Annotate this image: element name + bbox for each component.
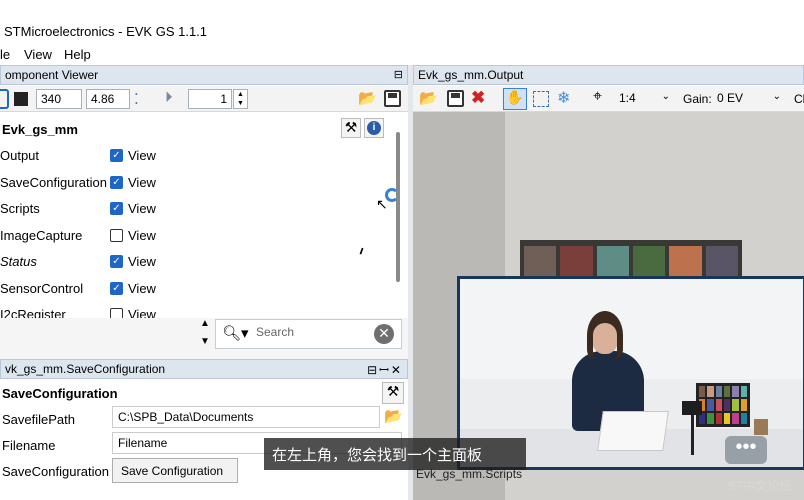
save-config-row-label: SaveConfiguration xyxy=(2,464,109,479)
search-icon[interactable]: 🔍︎▾ xyxy=(222,324,249,342)
delete-icon[interactable]: ✖ xyxy=(471,88,485,108)
sort-up-icon[interactable]: ▲ xyxy=(200,318,210,329)
info-icon[interactable]: i xyxy=(364,118,384,138)
view-checkbox[interactable]: ✓ xyxy=(110,175,123,189)
desk-box xyxy=(754,419,768,435)
toolbar-overflow-label: Cl xyxy=(794,92,804,106)
tree-row-label: ImageCapture xyxy=(0,227,83,243)
open-folder-icon[interactable]: 📂 xyxy=(358,89,377,107)
menu-help[interactable]: Help xyxy=(64,47,91,62)
sort-down-icon[interactable]: ▼ xyxy=(200,336,210,347)
step-forward-icon[interactable]: ⏵ xyxy=(165,89,173,106)
chevron-down-icon: ⌄ xyxy=(772,91,781,102)
tree-row-label: SensorControl xyxy=(0,280,84,296)
mouse-pointer-icon: ↖ xyxy=(376,196,388,212)
save-config-title: vk_gs_mm.SaveConfiguration xyxy=(5,362,166,376)
savefile-path-label: SavefilePath xyxy=(2,412,75,427)
view-checkbox[interactable]: ✓ xyxy=(110,281,123,295)
snowflake-icon[interactable]: ❄ xyxy=(557,88,570,108)
panel-controls-icon[interactable]: ⊟ꟷ✕ xyxy=(367,361,403,378)
open-folder-icon[interactable]: 📂 xyxy=(419,89,438,107)
tree-row-label: I2cRegister xyxy=(0,307,66,318)
frame-spinner[interactable]: ▲ ▼ xyxy=(233,89,248,109)
search-box[interactable]: 🔍︎▾ Search ✕ xyxy=(215,319,402,349)
view-checkbox[interactable] xyxy=(110,228,123,242)
tree-scrollbar[interactable] xyxy=(396,132,400,282)
video-subtitle: 在左上角，您会找到一个主面板 xyxy=(264,438,526,470)
watermark: ST中文论坛 xyxy=(728,479,792,493)
view-checkbox-label[interactable]: View xyxy=(128,307,156,318)
view-checkbox-label[interactable]: View xyxy=(128,254,156,269)
browse-folder-icon[interactable]: 📂 xyxy=(384,407,403,425)
save-configuration-button[interactable]: Save Configuration xyxy=(112,458,238,483)
clear-search-icon[interactable]: ✕ xyxy=(374,324,394,344)
value-field-1[interactable]: 340 xyxy=(36,89,82,109)
stop-icon[interactable] xyxy=(14,92,28,106)
pan-hand-icon[interactable]: ✋ xyxy=(503,88,527,110)
laptop xyxy=(597,411,669,451)
tools-icon[interactable]: ⚒ xyxy=(382,382,404,404)
window-title: STMicroelectronics - EVK GS 1.1.1 xyxy=(4,24,208,39)
savefile-path-field[interactable]: C:\SPB_Data\Documents xyxy=(112,406,380,428)
presenter-hair xyxy=(587,311,623,359)
tree-row-label: Output xyxy=(0,148,40,163)
view-checkbox-label[interactable]: View xyxy=(128,281,156,296)
chat-bubble-icon: ••• xyxy=(725,436,767,464)
filename-label: Filename xyxy=(2,438,56,453)
frame-field[interactable]: 1 xyxy=(188,89,232,109)
drag-mark: ╹ xyxy=(354,248,366,262)
output-title: Evk_gs_mm.Output xyxy=(418,68,524,82)
gain-label: Gain: xyxy=(683,92,712,106)
play-button[interactable] xyxy=(0,89,9,109)
maximize-icon[interactable]: ⊟ xyxy=(394,68,403,81)
value-field-2[interactable]: 4.86 xyxy=(86,89,130,109)
menu-bar: le View Help xyxy=(0,44,804,64)
tools-icon[interactable]: ⚒ xyxy=(341,118,361,138)
search-placeholder[interactable]: Search xyxy=(256,325,294,339)
view-checkbox-label[interactable]: View xyxy=(128,148,156,163)
view-checkbox[interactable]: ✓ xyxy=(110,149,123,162)
output-header: Evk_gs_mm.Output xyxy=(413,65,804,85)
tree-root-label: Evk_gs_mm xyxy=(2,122,78,137)
gain-value: 0 EV xyxy=(717,91,744,105)
menu-view[interactable]: View xyxy=(24,47,52,62)
view-checkbox-label[interactable]: View xyxy=(128,175,156,190)
component-viewer-title: omponent Viewer xyxy=(5,68,99,82)
title-bar: STMicroelectronics - EVK GS 1.1.1 xyxy=(0,0,804,44)
tree-row-label: Scripts xyxy=(0,201,40,216)
tripod xyxy=(691,415,694,455)
save-config-root: SaveConfiguration xyxy=(2,386,118,401)
save-icon[interactable] xyxy=(384,90,401,107)
output-toolbar: 📂 ✖ ✋ ❄ ⌖ 1:4 ⌄ Gain: 0 EV ⌄ Cl xyxy=(413,86,804,112)
color-checker-card xyxy=(696,383,750,427)
search-bar-area: ▲ ▼ 🔍︎▾ Search ✕ xyxy=(0,318,408,360)
save-icon[interactable] xyxy=(447,90,464,107)
select-region-icon[interactable] xyxy=(533,91,549,107)
loading-icon: ⁚ xyxy=(134,91,139,108)
view-checkbox[interactable] xyxy=(110,308,123,318)
tree-row-label: SaveConfiguration xyxy=(0,174,107,190)
view-checkbox[interactable]: ✓ xyxy=(110,255,123,268)
camera-module xyxy=(682,401,702,415)
component-tree: Evk_gs_mm ⚒ i ↖ ╹ Output ✓ View SaveConfigu… xyxy=(0,112,408,318)
gain-select[interactable]: 0 EV ⌄ xyxy=(715,89,783,109)
view-checkbox-label[interactable]: View xyxy=(128,228,156,243)
component-viewer-header: omponent Viewer ⊟ xyxy=(0,65,408,85)
tree-row-label: Status xyxy=(0,254,37,269)
chevron-down-icon: ⌄ xyxy=(661,91,670,102)
view-checkbox[interactable]: ✓ xyxy=(110,202,123,215)
component-viewer-toolbar: 340 4.86 ⁚ ⏵ 1 ▲ ▼ 📂 xyxy=(0,86,408,112)
save-config-header: vk_gs_mm.SaveConfiguration ⊟ꟷ✕ xyxy=(0,359,408,379)
crosshair-icon[interactable]: ⌖ xyxy=(593,88,602,106)
menu-file[interactable]: le xyxy=(0,47,10,62)
zoom-value: 1:4 xyxy=(619,91,636,105)
zoom-select[interactable]: 1:4 ⌄ xyxy=(615,89,672,109)
view-checkbox-label[interactable]: View xyxy=(128,201,156,216)
